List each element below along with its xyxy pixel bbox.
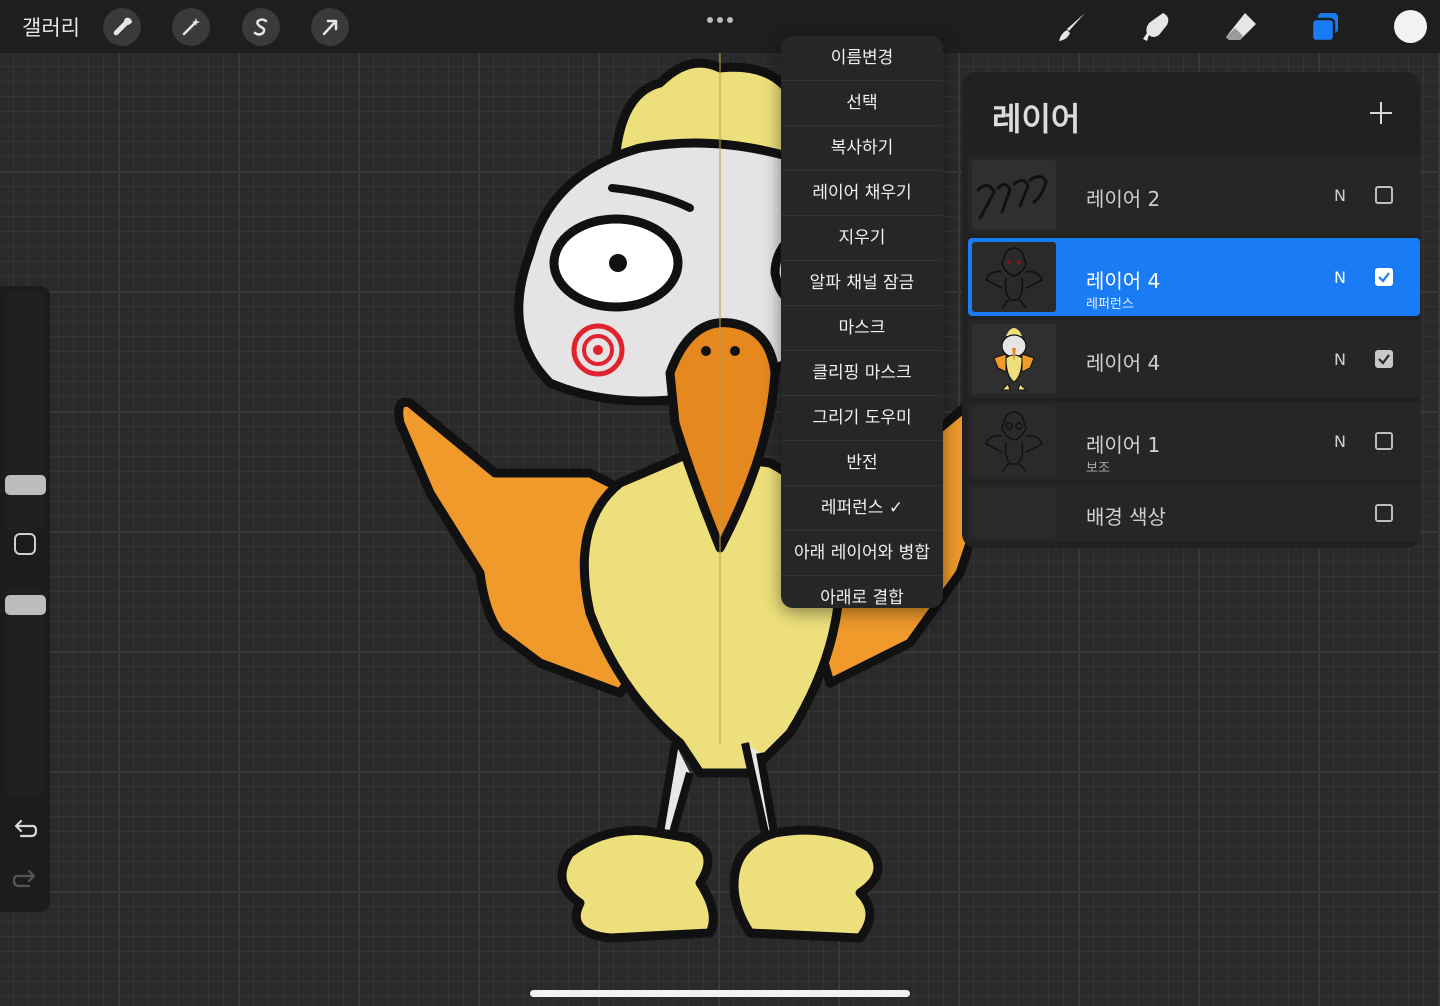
- eraser-icon: [1226, 13, 1256, 40]
- brush-icon: [1059, 13, 1085, 41]
- menu-item-merge-down[interactable]: 아래 레이어와 병합: [781, 531, 943, 576]
- modify-button[interactable]: [14, 533, 36, 555]
- actions-button[interactable]: [103, 8, 141, 46]
- layers-title: 레이어: [992, 100, 1081, 138]
- undo-button[interactable]: [13, 818, 38, 844]
- layer-subtitle: 레퍼런스: [1086, 297, 1134, 312]
- scribble-thumbnail-icon: [976, 175, 1048, 220]
- menu-item-combine-down[interactable]: 아래로 결합: [781, 576, 943, 608]
- bird-right-foot: [729, 825, 883, 943]
- wrench-icon: [113, 17, 132, 36]
- adjustments-button[interactable]: [172, 8, 210, 46]
- left-sidebar: [0, 286, 50, 912]
- more-dots-icon: [707, 17, 733, 23]
- menu-item-mask[interactable]: 마스크: [781, 306, 943, 351]
- menu-item-select[interactable]: 선택: [781, 81, 943, 126]
- layer-visibility-checkbox[interactable]: [1375, 432, 1393, 450]
- layer-thumbnail[interactable]: [972, 406, 1056, 476]
- brush-size-handle[interactable]: [5, 475, 46, 495]
- layer-row[interactable]: 레이어 1 보조 N: [968, 402, 1420, 480]
- layer-row[interactable]: 레이어 2 N: [968, 156, 1420, 234]
- magic-wand-icon: [182, 18, 200, 36]
- more-options-button[interactable]: [706, 10, 734, 29]
- menu-item-fill-layer[interactable]: 레이어 채우기: [781, 171, 943, 216]
- menu-item-clear[interactable]: 지우기: [781, 216, 943, 261]
- layer-visibility-checkbox[interactable]: [1375, 268, 1393, 286]
- redo-icon: [12, 869, 36, 888]
- home-indicator[interactable]: [530, 990, 910, 997]
- layer-blend-mode[interactable]: N: [1334, 432, 1346, 451]
- layer-name: 배경 색상: [1086, 505, 1166, 529]
- layer-visibility-checkbox[interactable]: [1375, 504, 1393, 522]
- selection-s-icon: [253, 18, 268, 36]
- eraser-tool-button[interactable]: [1222, 8, 1260, 46]
- layer-name: 레이어 2: [1086, 187, 1161, 211]
- transform-arrow-icon: [322, 19, 338, 36]
- plus-icon: [1370, 102, 1392, 124]
- bird-left-foot: [557, 826, 718, 943]
- layer-thumbnail[interactable]: [972, 324, 1056, 394]
- bird-outline-thumbnail-icon: [985, 247, 1043, 309]
- layer-row-active[interactable]: 레이어 4 레퍼런스 N: [968, 238, 1420, 316]
- background-color-thumbnail[interactable]: [972, 488, 1056, 538]
- add-layer-button[interactable]: [1368, 100, 1394, 126]
- layers-tool-button[interactable]: [1306, 8, 1344, 46]
- layer-name: 레이어 1: [1086, 433, 1161, 457]
- smudge-tool-button[interactable]: [1138, 8, 1176, 46]
- layer-options-menu: 이름변경 선택 복사하기 레이어 채우기 지우기 알파 채널 잠금 마스크 클리…: [781, 36, 943, 608]
- opacity-handle[interactable]: [5, 595, 46, 615]
- gallery-button[interactable]: 갤러리: [22, 12, 80, 42]
- undo-icon: [14, 819, 38, 838]
- layer-subtitle: 보조: [1086, 461, 1110, 476]
- menu-item-invert[interactable]: 반전: [781, 441, 943, 486]
- bird-color-thumbnail-icon: [993, 328, 1035, 391]
- checkmark-icon: [1378, 272, 1390, 283]
- redo-button[interactable]: [12, 868, 37, 894]
- top-toolbar: 갤러리: [0, 0, 1440, 53]
- layers-panel: 레이어 레이어 2 N 레이어 4 레퍼런스 N 레이어 4 N 레이어 1 보…: [962, 72, 1420, 548]
- bird-sketch-thumbnail-icon: [985, 411, 1043, 473]
- background-color-row[interactable]: 배경 색상: [968, 484, 1420, 542]
- layers-icon: [1310, 13, 1338, 43]
- layer-thumbnail[interactable]: [972, 160, 1056, 230]
- menu-item-reference[interactable]: 레퍼런스 ✓: [781, 486, 943, 531]
- layer-thumbnail[interactable]: [972, 242, 1056, 312]
- layer-visibility-checkbox[interactable]: [1375, 186, 1393, 204]
- transform-button[interactable]: [311, 8, 349, 46]
- opacity-slider[interactable]: [6, 586, 46, 798]
- layer-row[interactable]: 레이어 4 N: [968, 320, 1420, 398]
- layer-visibility-checkbox[interactable]: [1375, 350, 1393, 368]
- menu-item-alpha-lock[interactable]: 알파 채널 잠금: [781, 261, 943, 306]
- menu-item-rename[interactable]: 이름변경: [781, 36, 943, 81]
- layer-blend-mode[interactable]: N: [1334, 268, 1346, 287]
- menu-item-clipping-mask[interactable]: 클리핑 마스크: [781, 351, 943, 396]
- layer-blend-mode[interactable]: N: [1334, 350, 1346, 369]
- brush-tool-button[interactable]: [1054, 8, 1092, 46]
- color-picker-button[interactable]: [1394, 10, 1427, 43]
- menu-item-copy[interactable]: 복사하기: [781, 126, 943, 171]
- smudge-icon: [1143, 13, 1169, 41]
- layer-name: 레이어 4: [1086, 269, 1161, 293]
- layer-blend-mode[interactable]: N: [1334, 186, 1346, 205]
- menu-item-drawing-assist[interactable]: 그리기 도우미: [781, 396, 943, 441]
- checkmark-icon: [1378, 354, 1390, 365]
- layer-name: 레이어 4: [1086, 351, 1161, 375]
- brush-size-slider[interactable]: [6, 292, 46, 532]
- selection-button[interactable]: [242, 8, 280, 46]
